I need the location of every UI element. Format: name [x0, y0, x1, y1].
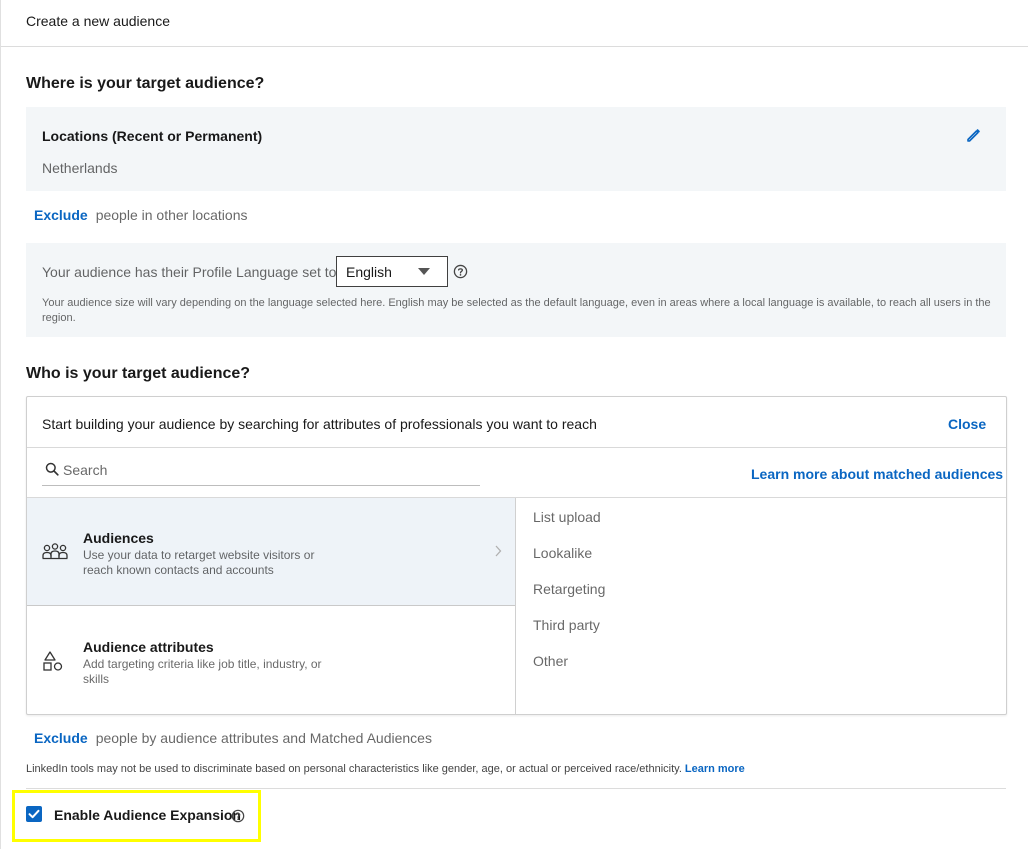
- caret-down-icon: [418, 268, 430, 275]
- search-input[interactable]: [63, 458, 473, 482]
- locations-label: Locations (Recent or Permanent): [42, 128, 263, 144]
- help-icon[interactable]: [453, 264, 468, 279]
- category-description: Use your data to retarget website visito…: [83, 548, 315, 577]
- close-button[interactable]: Close: [948, 416, 986, 432]
- audience-builder-panel: Start building your audience by searchin…: [26, 396, 1007, 715]
- locations-value: Netherlands: [42, 160, 118, 176]
- search-icon: [45, 462, 59, 476]
- locations-panel: Locations (Recent or Permanent) Netherla…: [26, 107, 1006, 191]
- subcategory-retargeting[interactable]: Retargeting: [533, 581, 605, 597]
- category-description: Add targeting criteria like job title, i…: [83, 657, 322, 686]
- category-title: Audience attributes: [83, 639, 214, 655]
- language-select[interactable]: English: [336, 256, 448, 287]
- audience-page: Create a new audience Where is your targ…: [0, 0, 1028, 849]
- subcategory-other[interactable]: Other: [533, 653, 568, 669]
- learn-more-matched-link[interactable]: Learn more about matched audiences: [751, 466, 1003, 482]
- category-list: Audiences Use your data to retarget webs…: [27, 498, 516, 714]
- audience-builder-header: Start building your audience by searchin…: [27, 397, 1006, 448]
- subcategory-list-upload[interactable]: List upload: [533, 509, 601, 525]
- exclude-locations-text: people in other locations: [95, 207, 248, 223]
- category-audience-attributes[interactable]: Audience attributes Add targeting criter…: [27, 606, 515, 714]
- category-audiences[interactable]: Audiences Use your data to retarget webs…: [27, 498, 515, 605]
- category-title: Audiences: [83, 530, 154, 546]
- exclude-audiences-text: people by audience attributes and Matche…: [95, 730, 432, 746]
- legal-notice: LinkedIn tools may not be used to discri…: [26, 763, 745, 775]
- legal-text: LinkedIn tools may not be used to discri…: [26, 763, 682, 775]
- language-panel: Your audience has their Profile Language…: [26, 243, 1006, 337]
- legal-learn-more-link[interactable]: Learn more: [685, 763, 745, 775]
- subcategory-third-party[interactable]: Third party: [533, 617, 600, 633]
- exclude-locations-link[interactable]: Exclude: [34, 207, 88, 223]
- chevron-right-icon: [495, 545, 502, 557]
- page-title: Create a new audience: [26, 13, 170, 29]
- language-label: Your audience has their Profile Language…: [42, 264, 337, 280]
- help-icon[interactable]: [231, 809, 245, 823]
- shapes-icon: [43, 651, 63, 671]
- where-section-title: Where is your target audience?: [26, 75, 265, 92]
- exclude-locations-row: Exclude people in other locations: [34, 207, 247, 223]
- exclude-audiences-row: Exclude people by audience attributes and…: [34, 730, 432, 746]
- subcategory-lookalike[interactable]: Lookalike: [533, 545, 592, 561]
- language-note: Your audience size will vary depending o…: [42, 297, 991, 324]
- exclude-audiences-link[interactable]: Exclude: [34, 730, 88, 746]
- who-section-title: Who is your target audience?: [26, 365, 251, 382]
- language-select-value: English: [346, 264, 392, 280]
- section-divider: [26, 788, 1006, 789]
- page-header: Create a new audience: [1, 0, 1028, 47]
- search-field[interactable]: [42, 455, 480, 486]
- audience-builder-intro: Start building your audience by searchin…: [42, 416, 597, 432]
- people-icon: [42, 543, 68, 560]
- pencil-icon[interactable]: [965, 126, 983, 144]
- checkmark-icon: [28, 809, 40, 819]
- audience-expansion-label[interactable]: Enable Audience Expansion: [54, 807, 241, 823]
- audience-expansion-checkbox[interactable]: [26, 806, 42, 822]
